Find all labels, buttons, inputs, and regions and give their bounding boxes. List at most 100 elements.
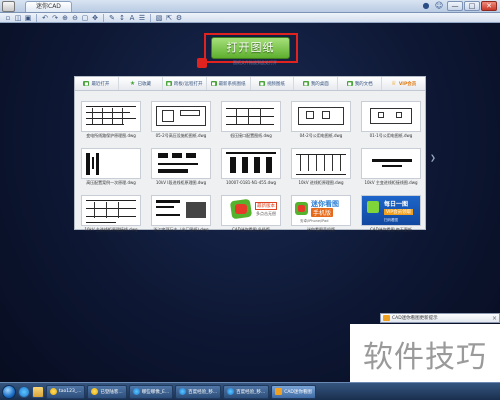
taskbar-item[interactable]: 已登陆客... <box>87 384 127 399</box>
tab-label: 我的文档 <box>354 81 373 87</box>
browser-icon <box>179 388 187 395</box>
zoom-in-icon[interactable]: ⊕ <box>61 14 69 22</box>
close-icon[interactable]: × <box>492 315 497 322</box>
text-icon[interactable]: A <box>128 14 136 22</box>
tab-favorites[interactable]: ★ 已收藏 <box>119 77 163 90</box>
file-item[interactable]: 10kV 主变进线柜接线图.dwg <box>361 148 421 187</box>
tab-recent[interactable]: ■ 最近打开 <box>75 77 119 90</box>
file-item[interactable]: 05-2号高压设施柜图纸.dwg <box>151 101 211 140</box>
tab-label: 最新系统图纸 <box>218 81 246 87</box>
file-item[interactable]: 01-1号公用电图纸.dwg <box>361 101 421 140</box>
close-icon[interactable]: ✕ <box>481 1 497 11</box>
file-item[interactable]: 04-2号公用电图纸.dwg <box>291 101 351 140</box>
measure-icon[interactable]: ↕ <box>118 14 126 22</box>
ad-item[interactable]: 最新版本 多点击无偿 CAD迷你看图 升级版 <box>221 195 281 234</box>
ad-item[interactable]: 每日一图 VIP会员领取 扫码看图 CAD迷你看图 每天更新 <box>361 195 421 234</box>
recent-icon: ■ <box>83 81 90 86</box>
drawing-thumbnail <box>81 148 141 179</box>
file-item[interactable]: 10kV 主进线柜原理接线.dwg <box>81 195 141 234</box>
new-icon[interactable]: ▫ <box>4 14 12 22</box>
browser-icon[interactable] <box>18 385 30 398</box>
qq-icon <box>91 388 99 395</box>
minimize-icon[interactable]: — <box>447 1 463 11</box>
pen-icon[interactable]: ✎ <box>108 14 116 22</box>
drawing-thumbnail <box>291 101 351 132</box>
taskbar-item[interactable]: tao123_... <box>46 384 86 399</box>
file-item[interactable]: 高压配置案例一次原理.dwg <box>81 148 141 187</box>
lock-icon[interactable]: ● <box>421 1 431 11</box>
file-item[interactable]: 10kV 进线柜原理图.dwg <box>291 148 351 187</box>
tab-label: 视频图纸 <box>266 81 285 87</box>
drawing-thumbnail <box>361 101 421 132</box>
taskbar-item-label: 已登陆客... <box>100 389 123 395</box>
file-item[interactable]: 浙江宇顶万丰（出厂图纸).dwg <box>151 195 211 234</box>
start-button[interactable] <box>2 384 16 399</box>
tab-documents[interactable]: ■ 我的文档 <box>338 77 383 90</box>
redo-icon[interactable]: ↷ <box>51 14 59 22</box>
taskbar-item[interactable]: 哪些哪像_E... <box>128 384 174 399</box>
taskbar-item-label: tao123_... <box>59 389 82 394</box>
layer-icon[interactable]: ☰ <box>138 14 146 22</box>
file-item[interactable]: 变电所线路保护原理图.dwg <box>81 101 141 140</box>
ad-caption: CAD迷你看图 升级版 <box>232 227 270 232</box>
video-icon: ■ <box>258 81 265 86</box>
export-icon[interactable]: ⇱ <box>165 14 173 22</box>
ad-subtitle: 扫码看图 <box>384 218 398 222</box>
zoom-window-icon[interactable]: ▢ <box>81 14 89 22</box>
tab-vip[interactable]: ♕ VIP会员 <box>382 77 425 90</box>
open-icon[interactable]: ◫ <box>14 14 22 22</box>
file-browser-panel: ■ 最近打开 ★ 已收藏 ■ 跨板/远程打开 ■ 最新系统图纸 ■ 视频图纸 ■… <box>74 76 426 232</box>
window-title-tab[interactable]: 迷你CAD <box>25 0 72 12</box>
tab-remote[interactable]: ■ 跨板/远程打开 <box>163 77 207 90</box>
drawing-thumbnail <box>221 148 281 179</box>
title-bar: 迷你CAD ● ☺ — □ ✕ <box>0 0 500 13</box>
folder-icon[interactable]: ▧ <box>155 14 163 22</box>
drawing-thumbnail <box>151 101 211 132</box>
toolbar-divider <box>103 13 104 22</box>
file-name: 05-2号高压设施柜图纸.dwg <box>155 133 207 138</box>
file-name: 01-1号公用电图纸.dwg <box>369 133 413 138</box>
taskbar-item-label: CAD迷你看图 <box>284 389 312 395</box>
drawing-thumbnail <box>151 195 211 226</box>
ad-item[interactable]: 迷你看图 手机版 安卓/iPhone/iPad 迷你看图手机版 <box>291 195 351 234</box>
settings-icon[interactable]: ⚙ <box>175 14 183 22</box>
cad-app-icon <box>275 388 283 395</box>
file-item[interactable]: 10007-0181-N1-455.dwg <box>221 148 281 187</box>
remote-icon: ■ <box>165 81 172 86</box>
tab-system[interactable]: ■ 最新系统图纸 <box>207 77 251 90</box>
taskbar: tao123_... 已登陆客... 哪些哪像_E... 百度经验_移... 百… <box>0 382 500 400</box>
drawing-thumbnail <box>151 148 211 179</box>
tab-desktop[interactable]: ■ 我的桌面 <box>294 77 339 90</box>
ad-title: 每日一图 <box>384 201 409 208</box>
pan-icon[interactable]: ✥ <box>91 14 99 22</box>
taskbar-item[interactable]: 百度经验_移... <box>223 384 270 399</box>
save-icon[interactable]: ▣ <box>24 14 32 22</box>
taskbar-item[interactable]: 百度经验_移... <box>175 384 222 399</box>
ad-thumbnail: 每日一图 VIP会员领取 扫码看图 <box>361 195 421 226</box>
maximize-icon[interactable]: □ <box>464 1 480 11</box>
file-name: 浙江宇顶万丰（出厂图纸).dwg <box>153 227 209 232</box>
file-item[interactable]: 10kV I段进线柜原理图.dwg <box>151 148 211 187</box>
notification-text: CAD迷你看图更新提示 <box>392 316 438 321</box>
file-name: 变电所线路保护原理图.dwg <box>86 133 136 138</box>
undo-icon[interactable]: ↶ <box>41 14 49 22</box>
ad-tag: 最新版本 <box>255 202 277 210</box>
file-item[interactable]: 低压接口配置图纸.dwg <box>221 101 281 140</box>
zoom-out-icon[interactable]: ⊖ <box>71 14 79 22</box>
tab-label: 跨板/远程打开 <box>173 81 203 87</box>
file-name: 10kV 进线柜原理图.dwg <box>298 180 344 185</box>
watermark-text: 软件技巧 <box>363 340 487 375</box>
star-icon: ★ <box>129 80 136 87</box>
taskbar-item-active[interactable]: CAD迷你看图 <box>271 384 316 399</box>
drawing-thumbnail <box>221 101 281 132</box>
ad-platforms: 安卓/iPhone/iPad <box>300 219 329 223</box>
open-drawing-button[interactable]: 打开图纸 <box>211 37 290 59</box>
file-grid: 变电所线路保护原理图.dwg 05-2号高压设施柜图纸.dwg 低压接口配置图纸… <box>81 101 421 234</box>
user-icon[interactable]: ☺ <box>434 1 444 11</box>
folder-icon[interactable] <box>32 385 44 398</box>
app-logo-icon[interactable] <box>2 0 15 12</box>
chevron-right-icon[interactable]: ❯ <box>430 154 436 162</box>
update-notification[interactable]: CAD迷你看图更新提示 × <box>380 313 500 323</box>
taskbar-item-label: 百度经验_移... <box>188 389 218 395</box>
tab-video[interactable]: ■ 视频图纸 <box>251 77 295 90</box>
